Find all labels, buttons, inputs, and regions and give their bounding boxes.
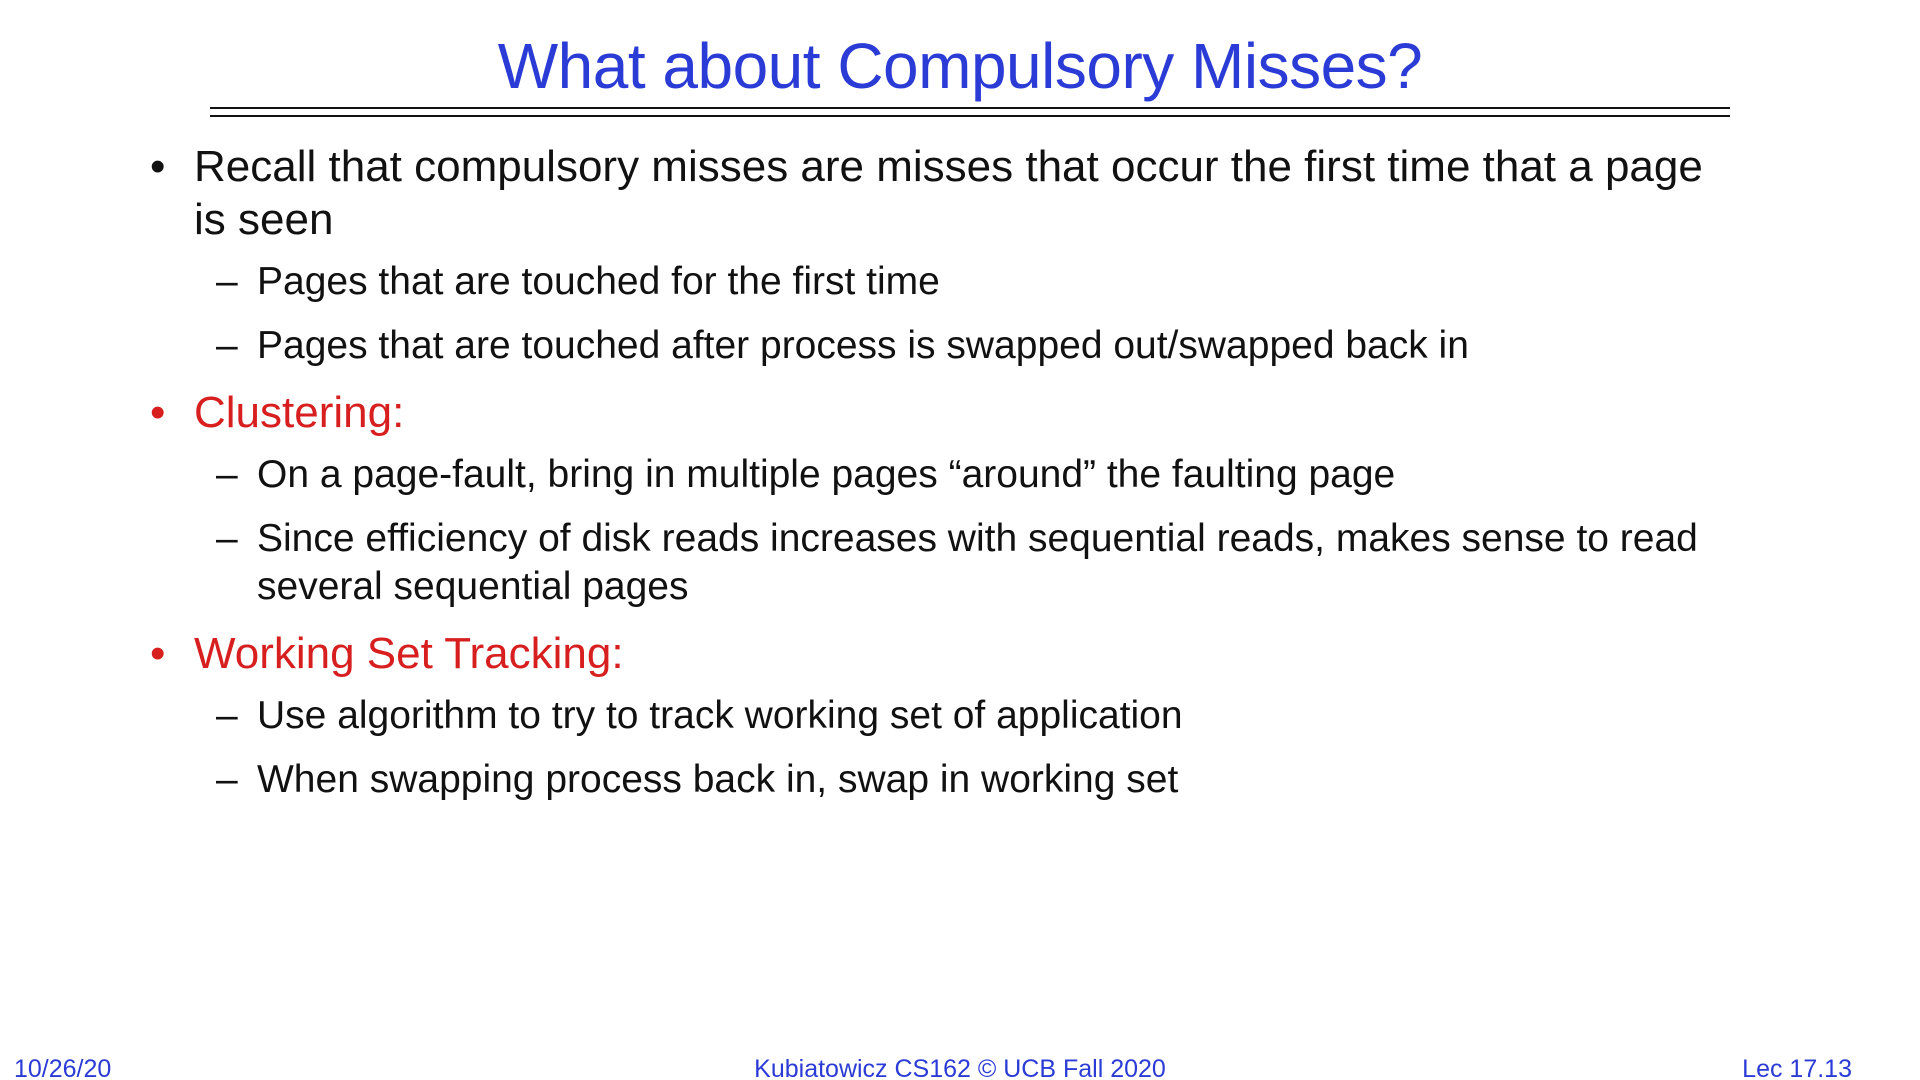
bullet-dot: •: [150, 629, 166, 678]
footer-lecture-number: Lec 17.13: [1742, 1055, 1852, 1080]
sub-bullet-text: Pages that are touched for the first tim…: [257, 260, 940, 303]
bullet-dot: •: [150, 388, 166, 437]
sub-bullet-dash: –: [216, 517, 238, 560]
bullet-clustering: • Clustering:: [150, 386, 1710, 439]
title-underline: [210, 107, 1730, 117]
sub-bullet: – Use algorithm to try to track working …: [150, 692, 1710, 740]
sub-bullet-dash: –: [216, 260, 238, 303]
bullet-text: Recall that compulsory misses are misses…: [194, 142, 1703, 244]
bullet-working-set-tracking: • Working Set Tracking:: [150, 627, 1710, 680]
sub-bullet-text: When swapping process back in, swap in w…: [257, 758, 1179, 801]
sub-bullet-dash: –: [216, 758, 238, 801]
bullet-text: Clustering:: [194, 388, 405, 437]
sub-bullet-text: On a page-fault, bring in multiple pages…: [257, 453, 1396, 496]
slide-body: • Recall that compulsory misses are miss…: [150, 140, 1710, 820]
bullet-dot: •: [150, 142, 166, 191]
bullet-compulsory-misses: • Recall that compulsory misses are miss…: [150, 140, 1710, 246]
sub-bullet-dash: –: [216, 324, 238, 367]
sub-bullet-text: Since efficiency of disk reads increases…: [257, 517, 1698, 608]
sub-bullet-text: Use algorithm to try to track working se…: [257, 694, 1183, 737]
slide-title: What about Compulsory Misses?: [497, 30, 1423, 102]
slide: What about Compulsory Misses? • Recall t…: [0, 0, 1920, 1080]
sub-bullet-dash: –: [216, 453, 238, 496]
sub-bullet-text: Pages that are touched after process is …: [257, 324, 1469, 367]
sub-bullet: – Pages that are touched for the first t…: [150, 258, 1710, 306]
sub-bullet-dash: –: [216, 694, 238, 737]
footer-credit: Kubiatowicz CS162 © UCB Fall 2020: [754, 1055, 1166, 1080]
bullet-text: Working Set Tracking:: [194, 629, 624, 678]
sub-bullet: – On a page-fault, bring in multiple pag…: [150, 451, 1710, 499]
sub-bullet: – When swapping process back in, swap in…: [150, 756, 1710, 804]
sub-bullet: – Since efficiency of disk reads increas…: [150, 515, 1710, 611]
sub-bullet: – Pages that are touched after process i…: [150, 322, 1710, 370]
